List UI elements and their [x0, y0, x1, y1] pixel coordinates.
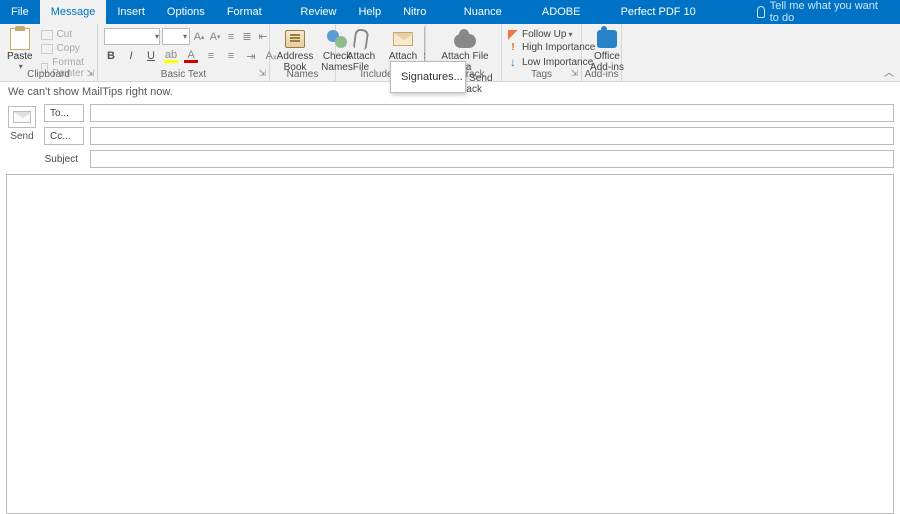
addin-icon [597, 30, 617, 48]
tell-me-label: Tell me what you want to do [770, 0, 890, 24]
font-color-button[interactable]: A [184, 49, 198, 63]
tab-options[interactable]: Options [156, 0, 216, 24]
dialog-launcher-icon[interactable]: ⇲ [258, 68, 266, 79]
font-family-select[interactable]: ▾ [104, 28, 160, 45]
outdent-button[interactable]: ⇤ [256, 30, 270, 44]
group-label-include: Include [360, 69, 392, 80]
cloud-upload-icon [454, 34, 476, 48]
group-basic-text: ▾ ▾ A▴ A▾ ≡ ≣ ⇤ B I U ab A ≡ ≡ ⇥ Aₓ Basi… [98, 24, 270, 81]
down-arrow-icon: ↓ [508, 55, 518, 69]
tab-nuance-pdf[interactable]: Nuance PDF [453, 0, 531, 24]
copy-icon [41, 44, 53, 54]
cc-field[interactable] [90, 127, 894, 145]
tab-review[interactable]: Review [289, 0, 347, 24]
group-label-addins: Add-ins [585, 69, 619, 80]
indent-button[interactable]: ⇥ [244, 49, 258, 63]
cut-icon [41, 30, 53, 40]
send-label: Send [10, 131, 33, 142]
collapse-ribbon-button[interactable]: ︿ [884, 64, 894, 79]
follow-up-button[interactable]: Follow Up▾ [506, 28, 574, 41]
group-clipboard: Paste ▾ Cut Copy Format Painter Clipboar… [0, 24, 98, 81]
group-tags: Follow Up▾ !High Importance ↓Low Importa… [502, 24, 582, 81]
bold-button[interactable]: B [104, 49, 118, 63]
paste-icon [10, 28, 30, 50]
shrink-font-button[interactable]: A▾ [208, 30, 222, 44]
grow-font-button[interactable]: A▴ [192, 30, 206, 44]
envelope-icon [393, 32, 413, 46]
italic-button[interactable]: I [124, 49, 138, 63]
group-addins: OfficeAdd-ins Add-ins [582, 24, 622, 81]
send-icon [13, 111, 31, 123]
cut-label: Cut [57, 29, 73, 40]
copy-label: Copy [57, 43, 80, 54]
group-label-tags: Tags [531, 69, 552, 80]
group-label-clipboard: Clipboard [27, 69, 70, 80]
tab-adobe-pdf[interactable]: ADOBE PDF [531, 0, 610, 24]
to-field[interactable] [90, 104, 894, 122]
dialog-launcher-icon[interactable]: ⇲ [570, 68, 578, 79]
paste-button[interactable]: Paste ▾ [4, 26, 36, 73]
group-names: AddressBook CheckNames Names [270, 24, 336, 81]
address-book-icon [285, 30, 305, 48]
paste-label: Paste [7, 51, 33, 62]
tell-me-search[interactable]: Tell me what you want to do [747, 0, 900, 24]
flag-icon [508, 30, 518, 40]
tab-perfect-pdf[interactable]: Perfect PDF 10 Premium [610, 0, 741, 24]
align-center-button[interactable]: ≡ [224, 49, 238, 63]
cut-button[interactable]: Cut [38, 28, 93, 41]
menu-bar: File Message Insert Options Format Text … [0, 0, 900, 24]
tab-message[interactable]: Message [40, 0, 107, 24]
paperclip-icon [353, 28, 370, 50]
cc-button[interactable]: Cc... [44, 127, 84, 145]
signature-dropdown: Signatures... [390, 61, 466, 93]
bullets-button[interactable]: ≡ [224, 30, 238, 44]
compose-header: Send To... Cc... Subject [0, 102, 900, 170]
group-label-names: Names [287, 69, 319, 80]
signatures-menu-item[interactable]: Signatures... [391, 68, 465, 86]
to-button[interactable]: To... [44, 104, 84, 122]
tab-help[interactable]: Help [347, 0, 392, 24]
tab-nitro-pro[interactable]: Nitro Pro [392, 0, 453, 24]
follow-up-label: Follow Up [522, 29, 566, 40]
subject-field[interactable] [90, 150, 894, 168]
tab-insert[interactable]: Insert [106, 0, 156, 24]
numbering-button[interactable]: ≣ [240, 30, 254, 44]
underline-button[interactable]: U [144, 49, 158, 63]
message-body[interactable] [6, 174, 894, 514]
tab-format-text[interactable]: Format Text [216, 0, 290, 24]
copy-button[interactable]: Copy [38, 42, 93, 55]
chevron-down-icon: ▾ [568, 30, 572, 39]
lightbulb-icon [757, 6, 765, 18]
tab-file[interactable]: File [0, 0, 40, 24]
send-button[interactable] [8, 106, 36, 128]
signatures-menu-label: Signatures... [401, 71, 463, 83]
highlight-button[interactable]: ab [164, 49, 178, 63]
dialog-launcher-icon[interactable]: ⇲ [86, 68, 94, 79]
exclamation-icon: ! [508, 42, 518, 53]
font-size-select[interactable]: ▾ [162, 28, 190, 45]
group-label-basic-text: Basic Text [161, 69, 206, 80]
subject-label: Subject [44, 154, 84, 165]
align-left-button[interactable]: ≡ [204, 49, 218, 63]
